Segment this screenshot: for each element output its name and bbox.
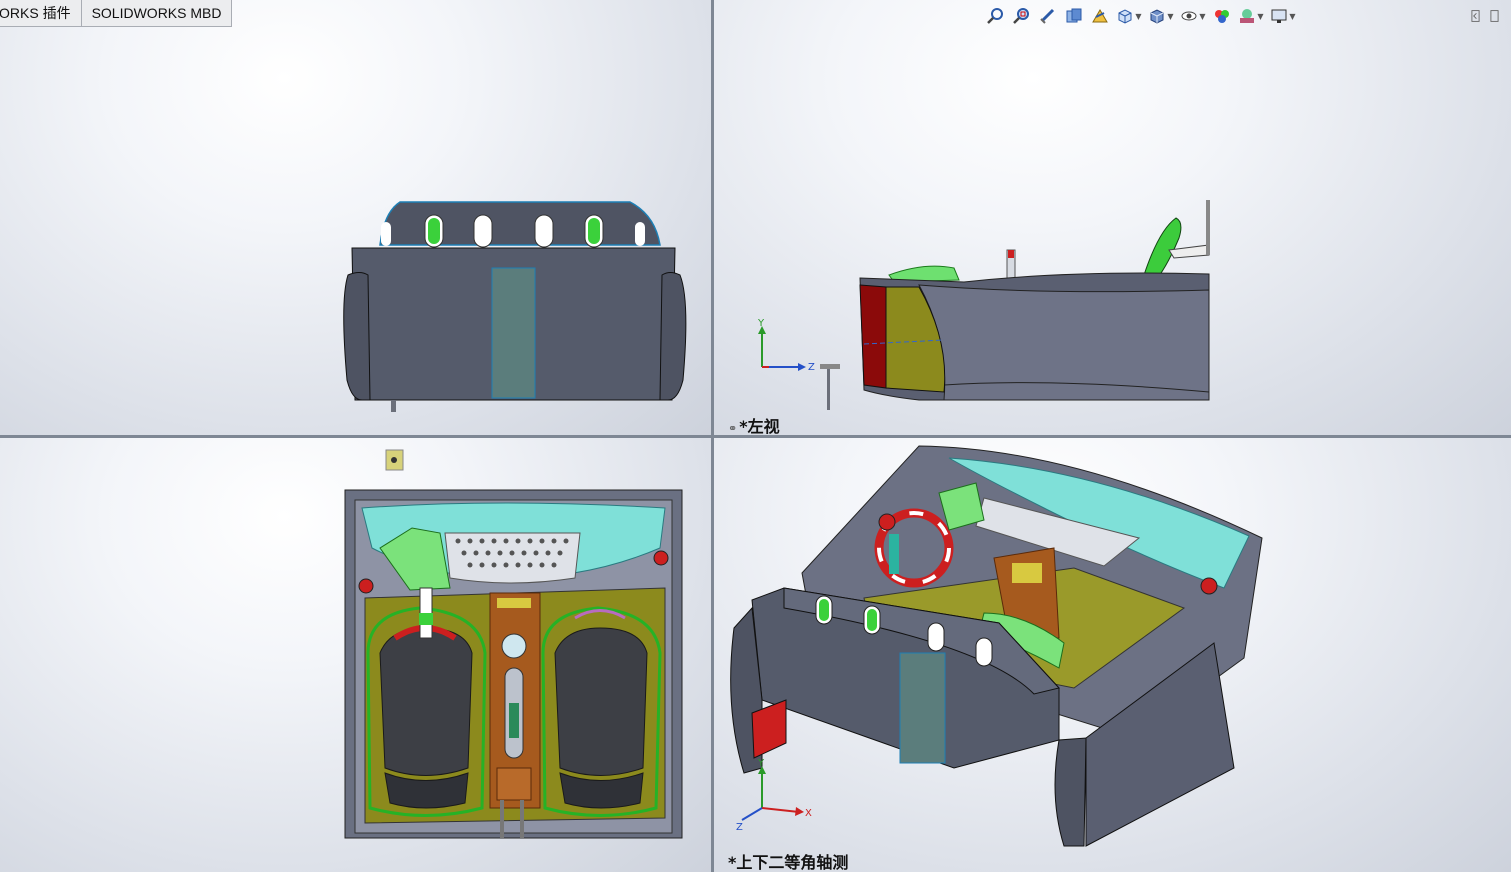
triad-y-label: Y (757, 758, 765, 769)
triad-z-label: Z (808, 362, 815, 373)
triad-x-label: X (805, 808, 812, 819)
front-view-model[interactable] (0, 0, 711, 435)
viewport-left-view[interactable]: ▼ ▼ ▼ ▼ ▼ Y Z ⚭ *左视 (714, 0, 1511, 435)
dimetric-view-model[interactable]: Y X Z (714, 438, 1511, 872)
left-view-model[interactable]: Y Z (714, 0, 1511, 435)
triad-y-label: Y (757, 318, 765, 329)
top-view-model[interactable] (0, 438, 711, 872)
tab-solidworks-addins[interactable]: ORKS 插件 (0, 0, 82, 27)
tab-solidworks-mbd[interactable]: SOLIDWORKS MBD (81, 0, 233, 27)
viewport-front[interactable]: ORKS 插件 SOLIDWORKS MBD (0, 0, 711, 435)
viewport-top-view[interactable] (0, 438, 711, 872)
command-manager-tabs: ORKS 插件 SOLIDWORKS MBD (0, 0, 233, 28)
viewport-dimetric[interactable]: Y X Z *上下二等角轴测 (714, 438, 1511, 872)
viewport-label: ⚭ *左视 (728, 417, 780, 435)
link-views-icon[interactable]: ⚭ (728, 422, 737, 435)
viewport-label: *上下二等角轴测 (728, 853, 849, 872)
triad-z-label: Z (736, 822, 743, 833)
